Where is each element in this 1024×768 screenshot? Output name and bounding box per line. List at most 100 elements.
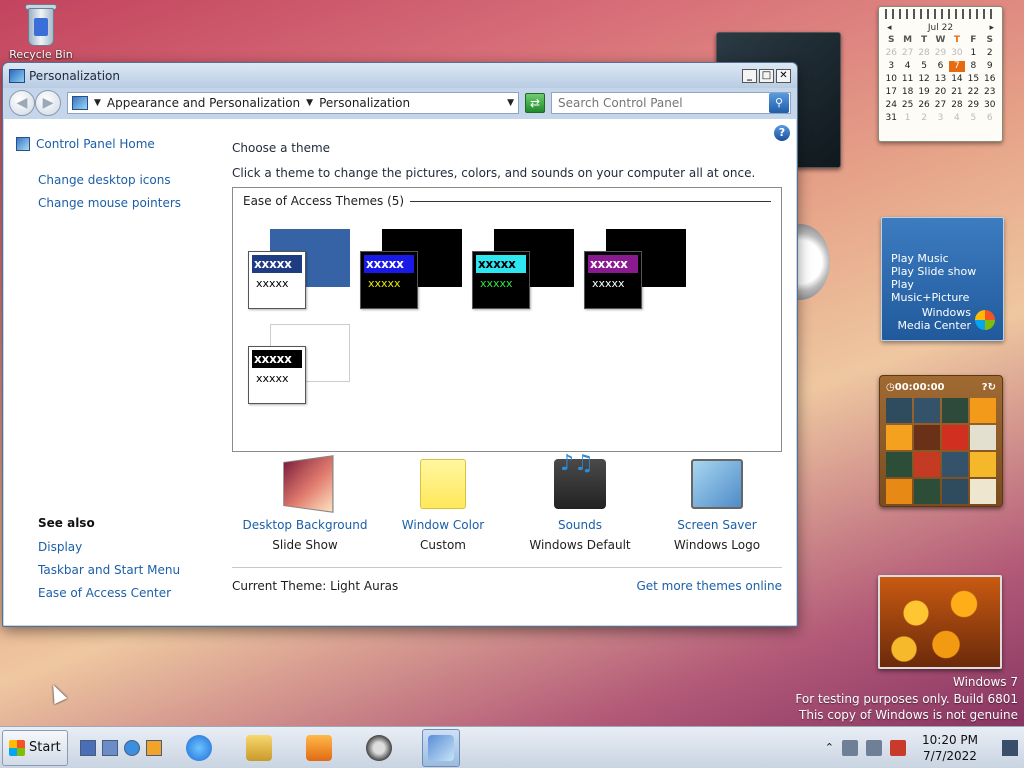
calendar-day[interactable]: 26 <box>883 48 899 59</box>
change-desktop-icons-link[interactable]: Change desktop icons <box>38 173 171 187</box>
calendar-day[interactable]: 29 <box>965 100 981 111</box>
calendar-day[interactable]: 22 <box>965 87 981 98</box>
calendar-day[interactable]: 1 <box>965 48 981 59</box>
clock[interactable]: 10:20 PM 7/7/2022 <box>914 732 986 764</box>
calendar-day[interactable]: 6 <box>932 61 948 72</box>
desktop-background-setting[interactable]: Desktop Background Slide Show <box>235 455 375 555</box>
window-color-link[interactable]: Window Color <box>373 515 513 535</box>
refresh-button[interactable]: ⇄ <box>525 93 545 113</box>
theme-thumbnail[interactable]: xxxxx xxxxx <box>248 229 352 311</box>
timer-icon[interactable]: ◷ <box>886 382 895 393</box>
shuffle-icon[interactable]: ↻ <box>988 382 996 393</box>
theme-thumbnail[interactable]: xxxxx xxxxx <box>360 229 464 311</box>
breadcrumb-appearance[interactable]: Appearance and Personalization <box>107 96 300 110</box>
chevron-down-icon[interactable]: ▼ <box>94 98 101 108</box>
calendar-day[interactable]: 2 <box>916 113 932 124</box>
start-button[interactable]: Start <box>2 729 68 766</box>
show-desktop-icon[interactable] <box>79 739 96 756</box>
taskbar-control-panel[interactable] <box>421 728 460 767</box>
media-item[interactable]: Play Music+Picture <box>891 278 994 304</box>
calendar-day[interactable]: 10 <box>883 74 899 85</box>
network-icon[interactable] <box>842 739 858 756</box>
calendar-day[interactable]: 2 <box>982 48 998 59</box>
search-input[interactable] <box>552 96 769 110</box>
sounds-link[interactable]: Sounds <box>510 515 650 535</box>
desktop-background-link[interactable]: Desktop Background <box>235 515 375 535</box>
picture-puzzle-gadget[interactable]: ◷ 00:00:00 ? ↻ <box>879 375 1003 507</box>
back-button[interactable]: ◀ <box>9 90 35 116</box>
title-bar[interactable]: Personalization _ □ ✕ <box>3 63 797 88</box>
display-link[interactable]: Display <box>38 540 82 554</box>
media-item[interactable]: Play Slide show <box>891 265 994 278</box>
calendar-day[interactable]: 6 <box>982 113 998 124</box>
calendar-day[interactable]: 3 <box>932 113 948 124</box>
calendar-day[interactable]: 19 <box>916 87 932 98</box>
theme-thumbnail[interactable]: xxxxx xxxxx <box>584 229 688 311</box>
address-history-dropdown[interactable]: ▼ <box>507 98 514 108</box>
calendar-day[interactable]: 21 <box>949 87 965 98</box>
calendar-gadget[interactable]: ◂ Jul 22 ▸ S M T W T F S 26 27 28 29 30 1 2 3 4 5… <box>878 6 1003 142</box>
calendar-day[interactable]: 27 <box>899 48 915 59</box>
calendar-day[interactable]: 24 <box>883 100 899 111</box>
calendar-days[interactable]: 26 27 28 29 30 1 2 3 4 5 6 7 8 9 10 11 12 13 14 15 16 17 18 19 2… <box>883 48 998 124</box>
maximize-button[interactable]: □ <box>759 68 774 83</box>
switch-windows-icon[interactable] <box>101 739 118 756</box>
search-button[interactable]: ⚲ <box>769 93 789 113</box>
media-center-gadget[interactable]: Play Music Play Slide show Play Music+Pi… <box>881 217 1004 341</box>
calendar-day[interactable]: 18 <box>899 87 915 98</box>
theme-thumbnail[interactable]: xxxxx xxxxx <box>248 324 352 406</box>
chevron-down-icon[interactable]: ▼ <box>306 98 313 108</box>
show-desktop-button[interactable] <box>1002 739 1018 756</box>
taskbar-explorer[interactable] <box>242 731 276 765</box>
control-panel-home-link[interactable]: Control Panel Home <box>16 137 155 151</box>
theme-thumbnail[interactable]: xxxxx xxxxx <box>472 229 576 311</box>
get-more-themes-link[interactable]: Get more themes online <box>636 579 782 593</box>
calendar-day[interactable]: 15 <box>965 74 981 85</box>
calendar-day[interactable]: 31 <box>883 113 899 124</box>
calendar-day[interactable]: 23 <box>982 87 998 98</box>
show-hidden-icons[interactable]: ⌃ <box>825 741 834 754</box>
media-item[interactable]: Play Music <box>891 252 994 265</box>
breadcrumb-personalization[interactable]: Personalization <box>319 96 410 110</box>
calendar-prev-icon[interactable]: ◂ <box>887 23 892 33</box>
close-button[interactable]: ✕ <box>776 68 791 83</box>
calendar-day[interactable]: 17 <box>883 87 899 98</box>
calendar-day[interactable]: 26 <box>916 100 932 111</box>
calendar-day[interactable]: 1 <box>899 113 915 124</box>
calendar-day[interactable]: 30 <box>982 100 998 111</box>
calendar-day[interactable]: 27 <box>932 100 948 111</box>
calendar-next-icon[interactable]: ▸ <box>989 23 994 33</box>
calendar-day[interactable]: 28 <box>916 48 932 59</box>
calendar-day[interactable]: 3 <box>883 61 899 72</box>
ease-of-access-center-link[interactable]: Ease of Access Center <box>38 586 171 600</box>
taskbar-media-player[interactable] <box>302 731 336 765</box>
taskbar-internet-explorer[interactable] <box>182 731 216 765</box>
media-player-icon[interactable] <box>145 739 162 756</box>
sounds-setting[interactable]: Sounds Windows Default <box>510 451 650 555</box>
calendar-day[interactable]: 8 <box>965 61 981 72</box>
window-color-setting[interactable]: Window Color Custom <box>373 459 513 555</box>
calendar-day[interactable]: 14 <box>949 74 965 85</box>
calendar-day[interactable]: 9 <box>982 61 998 72</box>
calendar-day[interactable]: 4 <box>949 113 965 124</box>
calendar-day[interactable]: 13 <box>932 74 948 85</box>
forward-button[interactable]: ▶ <box>35 90 61 116</box>
screen-saver-setting[interactable]: Screen Saver Windows Logo <box>647 459 787 555</box>
volume-muted-icon[interactable] <box>890 739 906 756</box>
recycle-bin[interactable]: Recycle Bin <box>6 2 76 60</box>
slideshow-gadget[interactable] <box>878 575 1002 669</box>
internet-explorer-icon[interactable] <box>123 739 140 756</box>
calendar-day[interactable]: 20 <box>932 87 948 98</box>
calendar-day[interactable]: 25 <box>899 100 915 111</box>
minimize-button[interactable]: _ <box>742 68 757 83</box>
calendar-day[interactable]: 5 <box>965 113 981 124</box>
taskbar-raccoon-app[interactable] <box>362 731 396 765</box>
calendar-day[interactable]: 30 <box>949 48 965 59</box>
breadcrumb[interactable]: ▼ Appearance and Personalization ▼ Perso… <box>67 92 519 114</box>
power-icon[interactable] <box>866 739 882 756</box>
calendar-day[interactable]: 12 <box>916 74 932 85</box>
calendar-day[interactable]: 29 <box>932 48 948 59</box>
calendar-day[interactable]: 28 <box>949 100 965 111</box>
calendar-day[interactable]: 7 <box>948 61 966 72</box>
calendar-day[interactable]: 5 <box>916 61 932 72</box>
